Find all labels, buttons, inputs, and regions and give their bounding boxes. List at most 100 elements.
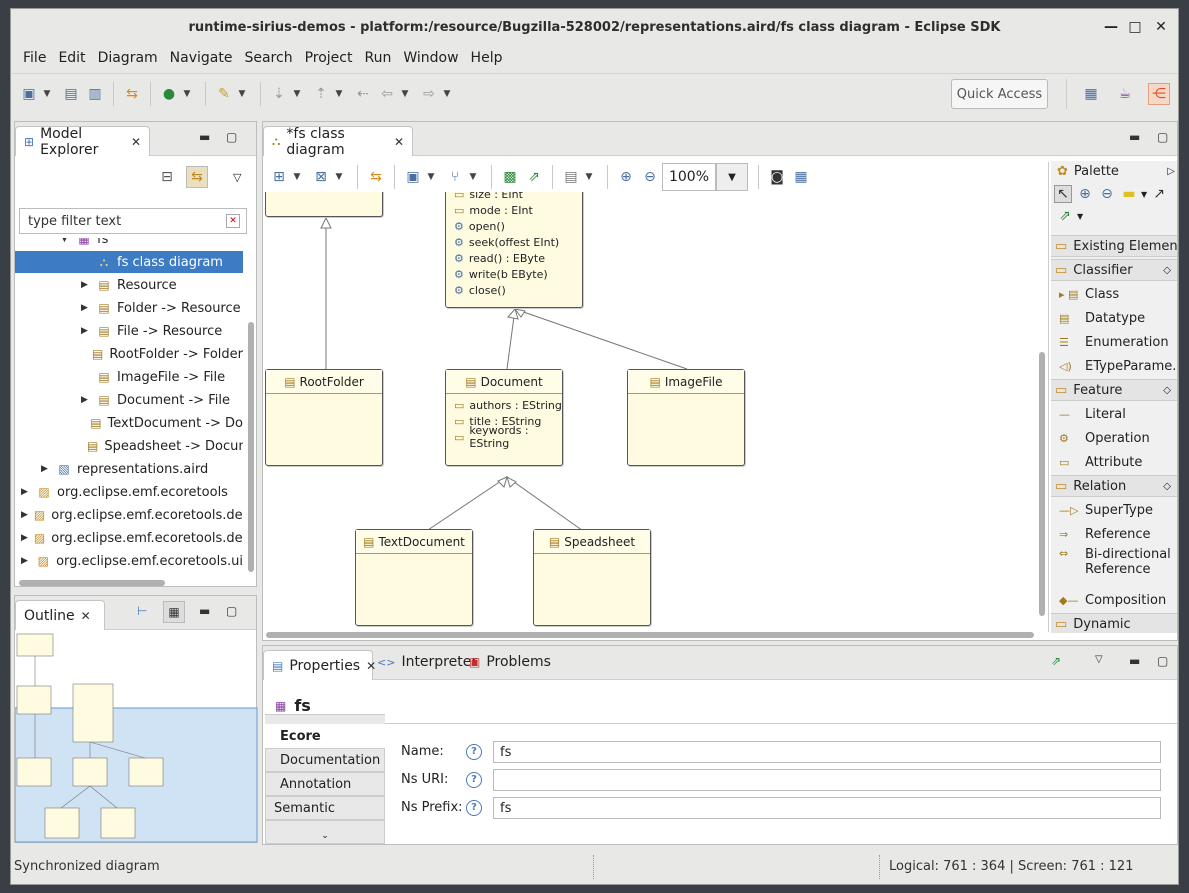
tree-item[interactable]: ▶▤File -> Resource	[15, 320, 243, 342]
expand-arrow-icon[interactable]: ▶	[21, 556, 31, 566]
diagram-canvas[interactable]: ▭size : EInt▭mode : EInt⚙open()⚙seek(off…	[263, 192, 1033, 628]
palette-item[interactable]: ◆—Composition	[1051, 589, 1166, 611]
pin-icon[interactable]: ◇	[1163, 385, 1171, 396]
tree-item[interactable]: ▶▤Folder -> Resource	[15, 297, 243, 319]
next-annotation-dropdown-icon[interactable]: ▼	[291, 89, 303, 99]
operation-row[interactable]: ⚙close()	[446, 282, 582, 298]
sirius-perspective-icon[interactable]: ⋲	[1148, 83, 1170, 105]
zoom-out-icon[interactable]: ⊖	[639, 166, 661, 188]
menu-edit[interactable]: Edit	[52, 50, 91, 66]
back-icon[interactable]: ⇦	[376, 83, 398, 105]
minimize-icon[interactable]: ▬	[199, 130, 210, 144]
back-dropdown-icon[interactable]: ▼	[399, 89, 411, 99]
zoom-dropdown-icon[interactable]: ▼	[716, 163, 748, 191]
close-window-button[interactable]: ✕	[1151, 17, 1171, 37]
palette-item[interactable]: —Literal	[1051, 403, 1126, 425]
help-icon[interactable]: ?	[466, 744, 482, 760]
java-perspective-icon[interactable]: ☕	[1114, 83, 1136, 105]
refresh-icon[interactable]: ⇆	[365, 166, 387, 188]
palette-item[interactable]: ☰Enumeration	[1051, 331, 1169, 353]
run-icon[interactable]: ●	[158, 83, 180, 105]
save-icon[interactable]: ▤	[60, 83, 82, 105]
save-all-icon[interactable]: ▥	[84, 83, 106, 105]
view-menu-icon[interactable]: ▽	[233, 171, 241, 184]
operation-row[interactable]: ⚙read() : EByte	[446, 250, 582, 266]
menu-search[interactable]: Search	[238, 50, 298, 66]
export-image-icon[interactable]: ▦	[790, 166, 812, 188]
expand-arrow-icon[interactable]: ▼	[61, 238, 71, 244]
expand-arrow-icon[interactable]: ▶	[21, 487, 31, 497]
maximize-icon[interactable]: ▢	[226, 604, 237, 618]
pin-icon[interactable]: ◇	[1163, 481, 1171, 492]
tree-item[interactable]: ▤RootFolder -> Folder	[15, 343, 243, 365]
close-icon[interactable]: ✕	[131, 135, 141, 149]
help-icon[interactable]: ?	[466, 772, 482, 788]
clear-filter-icon[interactable]: ✕	[226, 214, 240, 228]
name-field[interactable]: fs	[493, 741, 1161, 763]
outline-tab[interactable]: Outline ✕	[15, 600, 105, 630]
close-icon[interactable]: ✕	[81, 609, 91, 623]
side-tab-annotation[interactable]: Annotation	[265, 772, 385, 796]
maximize-icon[interactable]: ▢	[226, 130, 237, 144]
new-dropdown-icon[interactable]: ▼	[41, 89, 53, 99]
menu-window[interactable]: Window	[397, 50, 464, 66]
properties-tab[interactable]: ▤ Properties ✕	[263, 650, 373, 680]
outline-overview-icon[interactable]: ▦	[163, 601, 185, 623]
ns-uri-field[interactable]	[493, 769, 1161, 791]
note-dropdown-icon[interactable]: ▼	[1141, 190, 1147, 199]
tree-item[interactable]: ⛬fs class diagram	[15, 251, 243, 273]
tree-item[interactable]: ▶▤Resource	[15, 274, 243, 296]
tree-item[interactable]: ▶▨org.eclipse.emf.ecoretools	[15, 481, 243, 503]
class-box-speadsheet[interactable]: ▤Speadsheet	[533, 529, 651, 626]
expand-arrow-icon[interactable]: ▶	[41, 464, 51, 474]
maximize-icon[interactable]: ▢	[1157, 654, 1168, 668]
expand-arrow-icon[interactable]: ▶	[21, 533, 28, 543]
expand-arrow-icon[interactable]: ▶	[81, 280, 91, 290]
tree-item[interactable]: ▶▧representations.aird	[15, 458, 243, 480]
tree-item[interactable]: ▶▨org.eclipse.emf.ecoretools.desig	[15, 527, 243, 549]
pencil-icon[interactable]: ✎	[213, 83, 235, 105]
palette-category[interactable]: ▭Classifier◇	[1051, 259, 1177, 281]
link-with-editor-icon[interactable]: ⇆	[186, 166, 208, 188]
help-icon[interactable]: ?	[466, 800, 482, 816]
palette-item[interactable]: —▷SuperType	[1051, 499, 1153, 521]
tree-item[interactable]: ▶▤Document -> File	[15, 389, 243, 411]
tree-item[interactable]: ▤ImageFile -> File	[15, 366, 243, 388]
pin-tool-icon[interactable]: ⇗	[1056, 207, 1074, 225]
menu-navigate[interactable]: Navigate	[164, 50, 239, 66]
minimize-button[interactable]: —	[1101, 17, 1121, 37]
layers-dropdown-icon[interactable]: ▼	[425, 172, 437, 182]
open-perspective-icon[interactable]: ▦	[1080, 83, 1102, 105]
sync-icon[interactable]: ⇆	[121, 83, 143, 105]
maximize-button[interactable]: □	[1125, 17, 1145, 37]
layers-icon[interactable]: ▣	[402, 166, 424, 188]
diagram-hscrollbar[interactable]	[266, 632, 1034, 638]
side-tab-documentation[interactable]: Documentation	[265, 748, 385, 772]
class-box-document[interactable]: ▤Document ▭authors : EString ▭title : ES…	[445, 369, 563, 466]
palette-category[interactable]: ▭Existing Elements	[1051, 235, 1177, 257]
prev-annotation-icon[interactable]: ⇡	[310, 83, 332, 105]
run-dropdown-icon[interactable]: ▼	[181, 89, 193, 99]
camera-icon[interactable]: ◙	[766, 166, 788, 188]
menu-diagram[interactable]: Diagram	[92, 50, 164, 66]
operation-row[interactable]: ⚙seek(offest EInt)	[446, 234, 582, 250]
expand-arrow-icon[interactable]: ▶	[81, 326, 91, 336]
ns-prefix-field[interactable]: fs	[493, 797, 1161, 819]
zoom-in-icon[interactable]: ⊕	[615, 166, 637, 188]
tree-item[interactable]: ▶▨org.eclipse.emf.ecoretools.ui	[15, 550, 243, 572]
class-box-resource[interactable]	[265, 192, 383, 217]
connector-tool-icon[interactable]: ↗	[1150, 185, 1168, 203]
diagram-vscrollbar[interactable]	[1039, 352, 1045, 616]
note-tool-icon[interactable]: ▬	[1120, 185, 1138, 203]
pin-icon[interactable]: ▩	[499, 166, 521, 188]
export-icon[interactable]: ⇗	[523, 166, 545, 188]
prev-annotation-dropdown-icon[interactable]: ▼	[333, 89, 345, 99]
expand-arrow-icon[interactable]: ▶	[21, 510, 28, 520]
palette-item[interactable]: ◁)ETypeParame...	[1051, 355, 1177, 377]
next-annotation-icon[interactable]: ⇣	[268, 83, 290, 105]
palette-category[interactable]: ▭Dynamic	[1051, 613, 1177, 633]
palette-item[interactable]: ▤Datatype	[1051, 307, 1145, 329]
interpreter-tab[interactable]: <> Interpreter	[377, 654, 477, 670]
forward-dropdown-icon[interactable]: ▼	[441, 89, 453, 99]
pin-dropdown-icon[interactable]: ▼	[1077, 212, 1083, 221]
